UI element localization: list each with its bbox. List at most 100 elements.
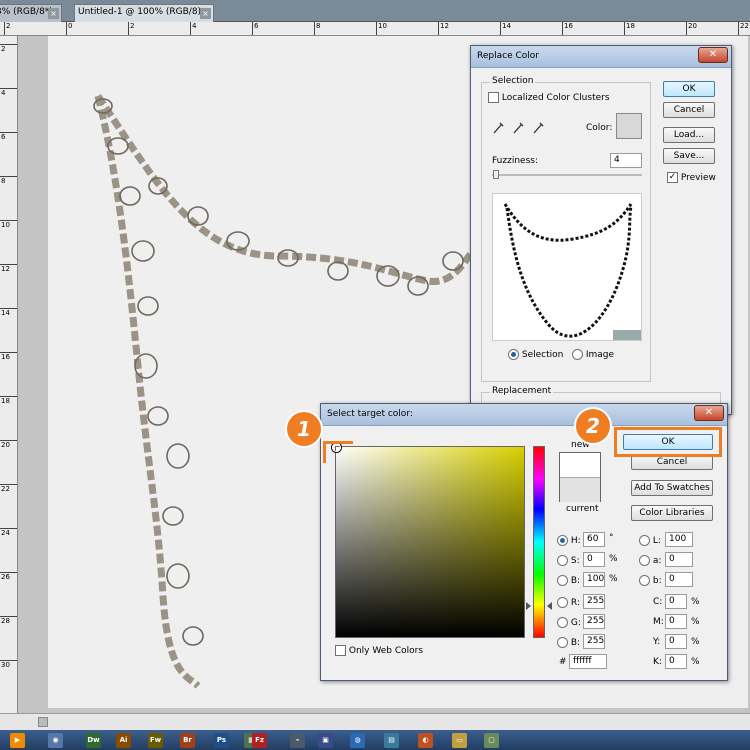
load-button[interactable]: Load... (663, 127, 715, 143)
close-icon[interactable]: × (48, 8, 59, 19)
windows-taskbar: ▶ ◉ Dw Ai Fw Br Ps ▦ Fz ⌁ ▣ ◍ ▤ ◐ ▭ ▢ (0, 730, 750, 750)
preview-option[interactable]: ✓ Preview (667, 172, 716, 183)
replace-color-titlebar[interactable]: Replace Color ✕ (471, 46, 731, 68)
close-icon[interactable]: × (200, 8, 211, 19)
red-option[interactable]: R: (557, 597, 580, 608)
blue-option[interactable]: B: (557, 637, 580, 648)
callout-2-highlight (614, 427, 722, 457)
selection-group: Selection Localized Color Clusters Color… (481, 76, 651, 382)
scrollbar-thumb[interactable] (38, 717, 48, 727)
save-button[interactable]: Save... (663, 148, 715, 164)
b-channel-option[interactable]: b: (639, 575, 662, 586)
green-radio[interactable] (557, 617, 568, 628)
saturation-field[interactable]: 0 (583, 552, 605, 567)
doc-tab-1[interactable]: 3% (RGB/8*) × (0, 4, 62, 22)
current-color-swatch[interactable] (560, 478, 600, 502)
hex-field[interactable]: ffffff (569, 654, 607, 669)
black-label: K: (653, 657, 662, 667)
image-radio-option[interactable]: Image (572, 349, 614, 360)
image-radio[interactable] (572, 349, 583, 360)
red-field[interactable]: 255 (583, 594, 605, 609)
ruler-tick: 20 (0, 440, 17, 449)
photoshop-icon[interactable]: Ps (214, 733, 229, 748)
green-field[interactable]: 255 (583, 614, 605, 629)
doc-tab-2[interactable]: Untitled-1 @ 100% (RGB/8) × (74, 4, 214, 22)
localized-clusters-checkbox[interactable] (488, 92, 499, 103)
a-channel-option[interactable]: a: (639, 555, 661, 566)
hue-slider-left-arrow[interactable] (526, 602, 531, 610)
globe-icon[interactable]: ◍ (350, 733, 365, 748)
play-icon[interactable]: ▶ (10, 733, 25, 748)
color-field[interactable] (332, 443, 525, 638)
fuzziness-field[interactable]: 4 (610, 153, 642, 168)
brightness-label: B: (570, 576, 581, 586)
green-option[interactable]: G: (557, 617, 581, 628)
red-radio[interactable] (557, 597, 568, 608)
hue-option[interactable]: H: (557, 535, 581, 546)
blue-field[interactable]: 255 (583, 634, 605, 649)
brightness-option[interactable]: B: (557, 575, 580, 586)
selection-radio-option[interactable]: Selection (508, 349, 563, 360)
brightness-radio[interactable] (557, 575, 568, 586)
top-ruler: 2 0 2 4 6 8 10 12 14 16 18 20 22 (0, 22, 750, 36)
a-channel-radio[interactable] (639, 555, 650, 566)
cancel-button[interactable]: Cancel (663, 102, 715, 118)
eye-icon[interactable]: ◉ (48, 733, 63, 748)
bridge-icon[interactable]: Br (180, 733, 195, 748)
new-color-swatch[interactable] (560, 453, 600, 478)
lightness-radio[interactable] (639, 535, 650, 546)
ruler-tick: 14 (0, 308, 17, 317)
selection-color-swatch[interactable] (616, 113, 642, 139)
close-icon[interactable]: ✕ (698, 47, 728, 63)
window-icon[interactable]: ▢ (484, 733, 499, 748)
usb-icon[interactable]: ⌁ (290, 733, 305, 748)
color-picker-titlebar[interactable]: Select target color: ✕ (321, 404, 727, 426)
save-icon[interactable]: ▣ (318, 733, 333, 748)
magenta-label: M: (653, 617, 664, 627)
close-icon[interactable]: ✕ (694, 405, 724, 421)
folder-icon[interactable]: ▭ (452, 733, 467, 748)
b-channel-field[interactable]: 0 (665, 572, 693, 587)
fuzziness-slider-thumb[interactable] (493, 170, 499, 179)
preview-checkbox[interactable]: ✓ (667, 172, 678, 183)
hue-slider-right-arrow[interactable] (547, 602, 552, 610)
color-libraries-button[interactable]: Color Libraries (631, 505, 713, 521)
blue-radio[interactable] (557, 637, 568, 648)
filezilla-icon[interactable]: Fz (252, 733, 267, 748)
lightness-option[interactable]: L: (639, 535, 661, 546)
ruler-tick: 8 (313, 22, 321, 35)
brightness-field[interactable]: 100 (583, 572, 605, 587)
localized-clusters-label: Localized Color Clusters (501, 93, 610, 103)
fuzziness-slider[interactable] (492, 170, 642, 179)
ruler-tick: 2 (127, 22, 135, 35)
eyedropper-icon (493, 122, 504, 134)
localized-clusters-option[interactable]: Localized Color Clusters (488, 92, 610, 103)
selection-radio[interactable] (508, 349, 519, 360)
cyan-field[interactable]: 0 (665, 594, 687, 609)
ok-button[interactable]: OK (663, 81, 715, 97)
current-label: current (566, 504, 599, 514)
black-field[interactable]: 0 (665, 654, 687, 669)
ruler-tick: 18 (624, 22, 635, 35)
add-to-swatches-button[interactable]: Add To Swatches (631, 480, 713, 496)
only-web-colors-checkbox[interactable] (335, 645, 346, 656)
b-channel-radio[interactable] (639, 575, 650, 586)
illustrator-icon[interactable]: Ai (116, 733, 131, 748)
hue-radio[interactable] (557, 535, 568, 546)
callout-1-highlight (323, 441, 353, 463)
saturation-radio[interactable] (557, 555, 568, 566)
chart-icon[interactable]: ▤ (384, 733, 399, 748)
fireworks-icon[interactable]: Fw (148, 733, 163, 748)
yellow-field[interactable]: 0 (665, 634, 687, 649)
a-channel-field[interactable]: 0 (665, 552, 693, 567)
dreamweaver-icon[interactable]: Dw (86, 733, 101, 748)
lightness-field[interactable]: 100 (665, 532, 693, 547)
ruler-tick: 18 (0, 396, 17, 405)
firefox-icon[interactable]: ◐ (418, 733, 433, 748)
hue-slider[interactable] (533, 446, 545, 638)
hue-field[interactable]: 60 (583, 532, 605, 547)
only-web-colors-option[interactable]: Only Web Colors (335, 645, 423, 656)
horizontal-scrollbar[interactable] (0, 713, 750, 730)
saturation-option[interactable]: S: (557, 555, 580, 566)
magenta-field[interactable]: 0 (665, 614, 687, 629)
